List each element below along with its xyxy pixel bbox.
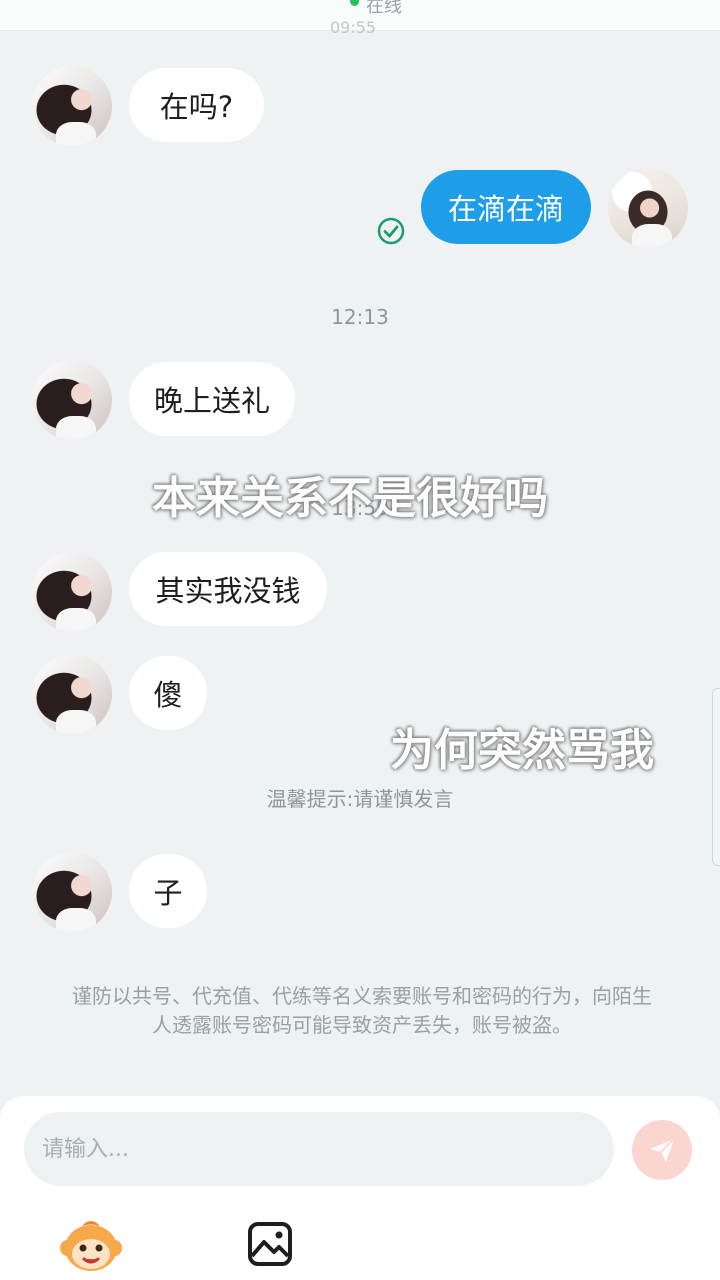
online-status-dot xyxy=(350,0,359,6)
video-caption-overlay: 为何突然骂我 xyxy=(390,725,654,776)
contact-avatar[interactable] xyxy=(32,66,112,146)
system-tip: 温馨提示:请谨慎发言 xyxy=(266,787,454,811)
send-button[interactable] xyxy=(632,1120,692,1180)
partial-timestamp: 09:55 xyxy=(330,18,377,37)
contact-avatar[interactable] xyxy=(32,552,112,632)
message-input[interactable] xyxy=(24,1112,614,1186)
send-icon xyxy=(650,1138,675,1162)
message-bubble[interactable]: 子 xyxy=(129,854,207,928)
my-message-bubble[interactable]: 在滴在滴 xyxy=(421,170,591,244)
message-bubble[interactable]: 晚上送礼 xyxy=(129,362,295,436)
timestamp: 12:13 xyxy=(331,305,389,329)
message-bubble[interactable]: 傻 xyxy=(129,656,207,730)
monkey-emoji-icon[interactable] xyxy=(60,1214,122,1274)
image-icon[interactable] xyxy=(246,1220,294,1268)
check-circle-icon xyxy=(377,217,405,245)
contact-avatar[interactable] xyxy=(32,852,112,932)
security-warning: 谨防以共号、代充值、代练等名义索要账号和密码的行为，向陌生人透露账号密码可能导致… xyxy=(72,984,652,1037)
side-drawer-handle[interactable] xyxy=(712,688,720,866)
contact-avatar[interactable] xyxy=(32,360,112,440)
video-caption-overlay: 本来关系不是很好吗 xyxy=(152,473,548,524)
chat-screen: 在线 09:55 在吗? 在滴在滴 12:13 晚上送礼 13:59 本来关系不… xyxy=(0,0,720,1280)
message-bubble[interactable]: 其实我没钱 xyxy=(129,552,327,626)
my-avatar[interactable] xyxy=(608,168,688,248)
chat-header: 在线 09:55 xyxy=(0,0,720,37)
contact-avatar[interactable] xyxy=(32,654,112,734)
message-bubble[interactable]: 在吗? xyxy=(129,68,264,142)
online-status-text: 在线 xyxy=(366,0,402,17)
